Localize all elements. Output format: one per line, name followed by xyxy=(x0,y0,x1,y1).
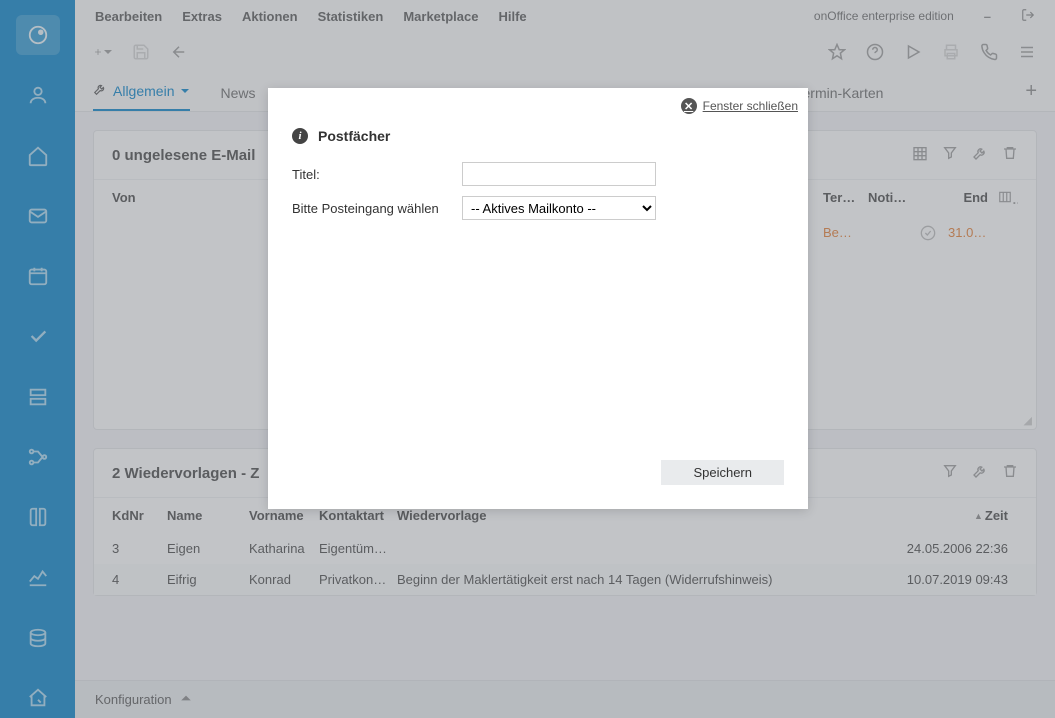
label-posteingang: Bitte Posteingang wählen xyxy=(292,201,462,216)
modal-close-label: Fenster schließen xyxy=(703,99,798,113)
input-titel[interactable] xyxy=(462,162,656,186)
modal-close-button[interactable]: ✕ Fenster schließen xyxy=(681,98,798,114)
save-button[interactable]: Speichern xyxy=(661,460,784,485)
modal-postfaecher: ✕ Fenster schließen i Postfächer Titel: … xyxy=(268,88,808,509)
close-icon: ✕ xyxy=(681,98,697,114)
label-titel: Titel: xyxy=(292,167,462,182)
select-mailkonto[interactable]: -- Aktives Mailkonto -- xyxy=(462,196,656,220)
modal-heading: Postfächer xyxy=(318,128,390,144)
info-icon: i xyxy=(292,128,308,144)
